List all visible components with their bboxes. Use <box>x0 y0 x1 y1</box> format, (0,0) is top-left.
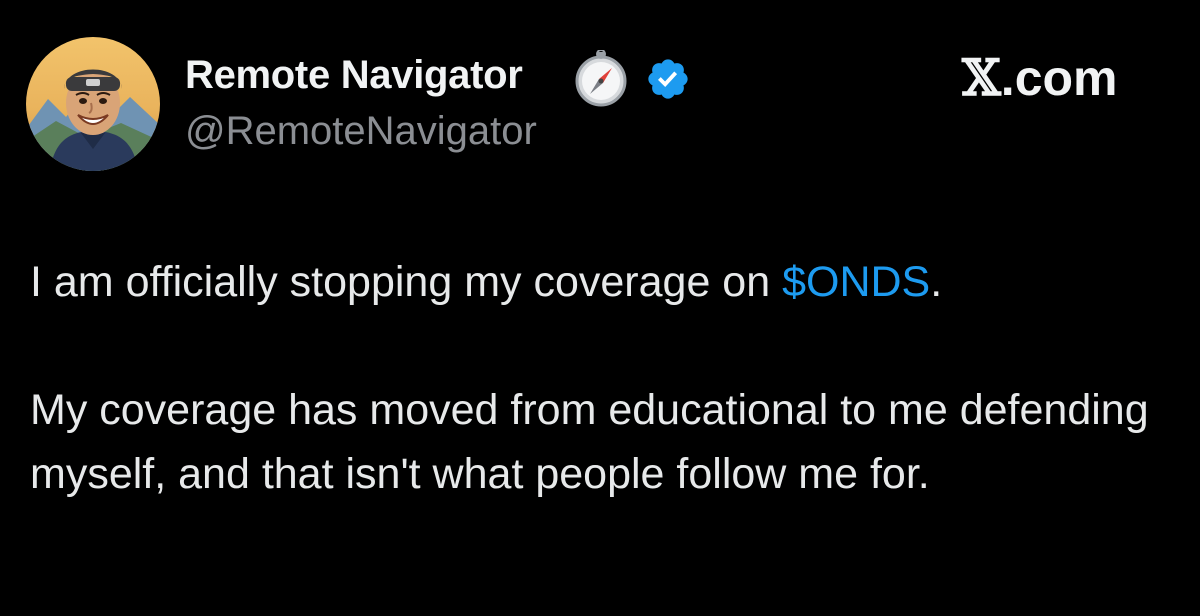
compass-icon <box>572 49 630 108</box>
avatar-illustration <box>26 37 160 171</box>
verified-badge-icon <box>645 56 691 102</box>
tweet-paragraph-1: I am officially stopping my coverage on … <box>30 250 1170 314</box>
site-label: 𝕏.com <box>962 48 1118 107</box>
x-logo-icon: 𝕏 <box>962 48 1001 107</box>
avatar[interactable] <box>26 37 160 171</box>
cashtag-link[interactable]: $ONDS <box>782 258 930 306</box>
tweet-card: Remote Navigator @RemoteNavigator 𝕏.com … <box>0 0 1200 616</box>
tweet-text-suffix: . <box>930 258 943 306</box>
tweet-text-prefix: I am officially stopping my coverage on <box>30 258 783 306</box>
tweet-body: I am officially stopping my coverage on … <box>30 250 1170 506</box>
author-handle[interactable]: @RemoteNavigator <box>185 106 537 156</box>
tweet-paragraph-2: My coverage has moved from educational t… <box>30 386 1149 498</box>
site-label-suffix: .com <box>1000 50 1118 106</box>
author-display-name[interactable]: Remote Navigator <box>185 50 523 100</box>
